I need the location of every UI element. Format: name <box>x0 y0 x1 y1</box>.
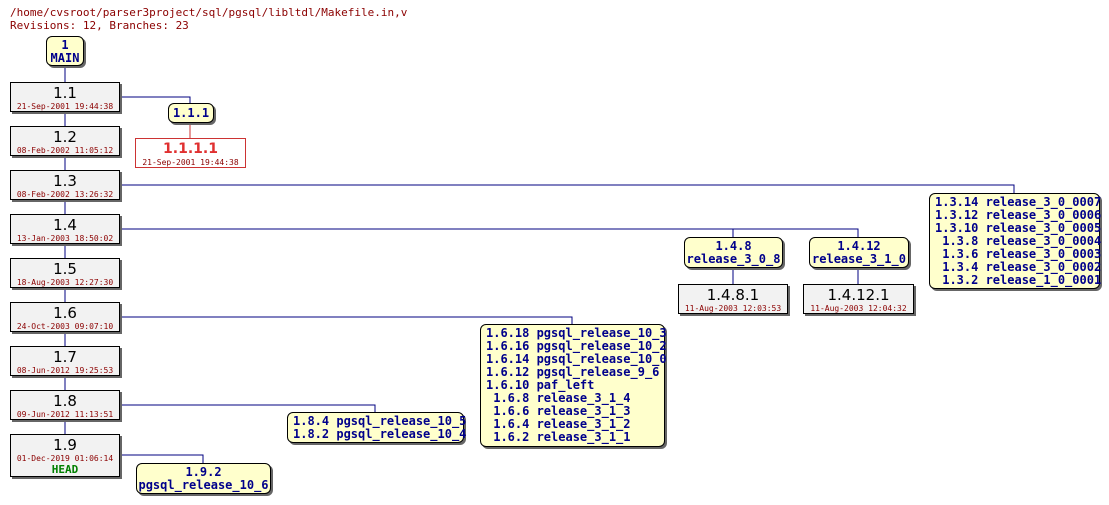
revision-number: 1.1 <box>53 84 77 102</box>
branch-1-3-tags[interactable]: 1.3.14 release_3_0_0007 1.3.12 release_3… <box>929 193 1102 289</box>
revision-date: 11-Aug-2003 12:04:32 <box>810 304 907 313</box>
revision-1-2[interactable]: 1.2 08-Feb-2002 11:05:12 <box>10 126 120 156</box>
revision-1-5[interactable]: 1.5 18-Aug-2003 12:27:30 <box>10 258 120 288</box>
revision-number: 1.3 <box>53 172 77 190</box>
branch-tag-name: release_3_1_0 <box>812 252 906 266</box>
revision-number: 1.8 <box>53 392 77 410</box>
revision-1-4[interactable]: 1.4 13-Jan-2003 18:50:02 <box>10 214 120 244</box>
revision-number: 1.2 <box>53 128 77 146</box>
revision-number: 1.4.8.1 <box>706 286 760 304</box>
revision-1-8[interactable]: 1.8 09-Jun-2012 11:13:51 <box>10 390 120 420</box>
revision-date: 18-Aug-2003 12:27:30 <box>16 278 114 287</box>
revision-number: 1.4 <box>53 216 77 234</box>
revision-number: 1.9 <box>53 436 77 454</box>
revision-1-3[interactable]: 1.3 08-Feb-2002 13:26:32 <box>10 170 120 200</box>
revision-1-4-8-1[interactable]: 1.4.8.1 11-Aug-2003 12:03:53 <box>678 284 788 314</box>
revision-date: 09-Jun-2012 11:13:51 <box>16 410 114 419</box>
revision-number: 1.6 <box>53 304 77 322</box>
revision-1-1-1-1[interactable]: 1.1.1.1 21-Sep-2001 19:44:38 <box>135 138 246 168</box>
branch-1-9-2[interactable]: 1.9.2 pgsql_release_10_6 <box>136 463 271 494</box>
revision-number: 1.5 <box>53 260 77 278</box>
revision-date: 13-Jan-2003 18:50:02 <box>16 234 114 243</box>
revision-number: 1.4.12.1 <box>827 286 890 304</box>
branch-1-4-8[interactable]: 1.4.8 release_3_0_8 <box>684 237 783 268</box>
main-branch-node[interactable]: 1 MAIN <box>46 36 84 66</box>
revision-date: 24-Oct-2003 09:07:10 <box>16 322 114 331</box>
revision-1-1[interactable]: 1.1 21-Sep-2001 19:44:38 <box>10 82 120 112</box>
main-branch-name: MAIN <box>50 51 80 65</box>
revision-date: 21-Sep-2001 19:44:38 <box>16 102 114 111</box>
revision-date: 08-Feb-2002 13:26:32 <box>16 190 114 199</box>
revision-date: 08-Jun-2012 19:25:53 <box>16 366 114 375</box>
branch-tag-line: 1.3.2 release_1_0_0001 <box>935 273 1102 287</box>
branch-tag-line: 1.8.2 pgsql_release_10_4 <box>293 427 467 441</box>
revision-number: 1.1.1.1 <box>163 141 218 157</box>
branch-1-1-1[interactable]: 1.1.1 <box>168 103 214 123</box>
branch-tag-name: release_3_0_8 <box>686 252 781 266</box>
revision-1-6[interactable]: 1.6 24-Oct-2003 09:07:10 <box>10 302 120 332</box>
revision-number: 1.7 <box>53 348 77 366</box>
revision-1-7[interactable]: 1.7 08-Jun-2012 19:25:53 <box>10 346 120 376</box>
revision-1-9[interactable]: 1.9 01-Dec-2019 01:06:14 HEAD <box>10 434 120 477</box>
revision-date: 21-Sep-2001 19:44:38 <box>142 158 239 167</box>
revision-date: 08-Feb-2002 11:05:12 <box>16 146 114 155</box>
revision-date: 11-Aug-2003 12:03:53 <box>684 304 782 313</box>
head-tag: HEAD <box>51 463 79 476</box>
revision-1-4-12-1[interactable]: 1.4.12.1 11-Aug-2003 12:04:32 <box>803 284 914 314</box>
branch-1-4-12[interactable]: 1.4.12 release_3_1_0 <box>809 237 909 268</box>
branch-1-6-tags[interactable]: 1.6.18 pgsql_release_10_3 1.6.16 pgsql_r… <box>480 324 667 447</box>
branch-label: 1.1.1 <box>172 106 210 120</box>
branch-1-8-tags[interactable]: 1.8.4 pgsql_release_10_5 1.8.2 pgsql_rel… <box>287 412 467 443</box>
branch-tag-line: 1.6.2 release_3_1_1 <box>486 430 631 444</box>
branch-tag-name: pgsql_release_10_6 <box>138 478 269 492</box>
